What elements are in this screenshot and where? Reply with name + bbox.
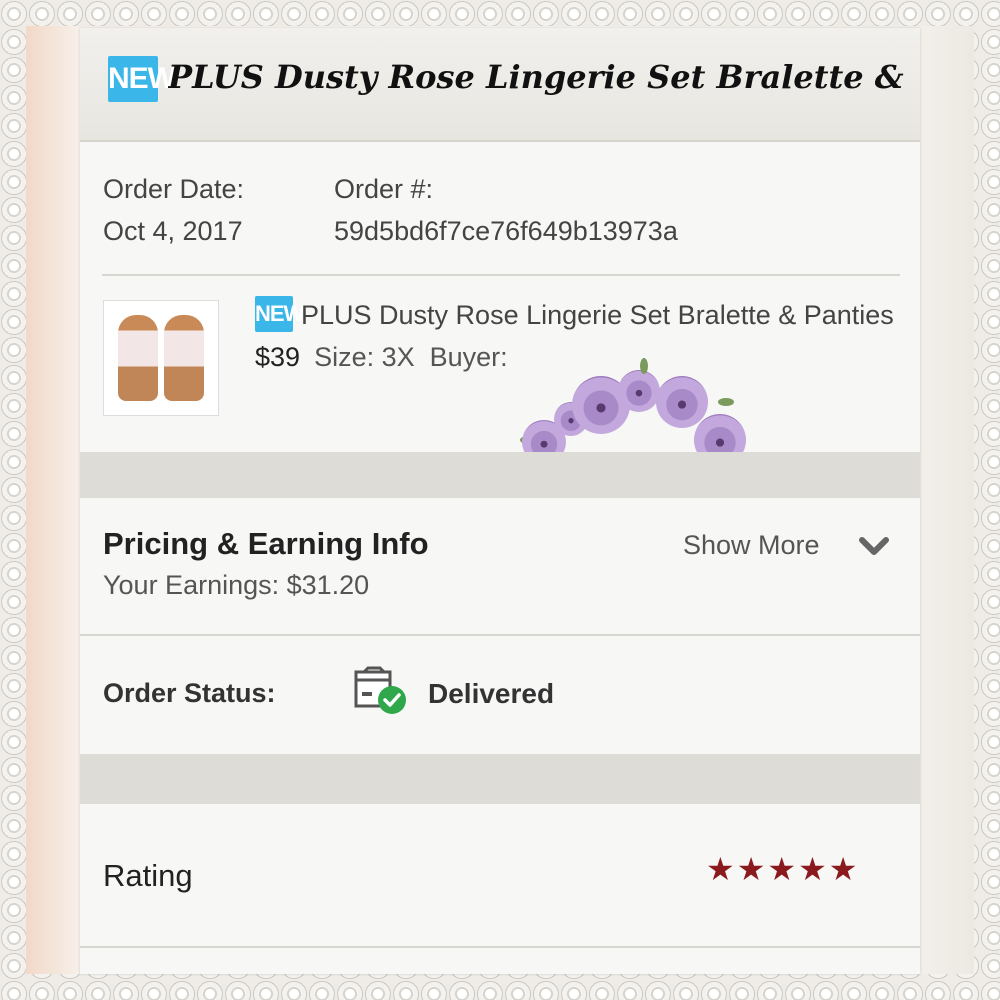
star-icon: ★ bbox=[736, 851, 768, 887]
flower-decoration bbox=[618, 370, 660, 412]
divider bbox=[80, 634, 920, 636]
order-date: Order Date: Oct 4, 2017 bbox=[103, 168, 244, 252]
divider bbox=[80, 946, 920, 948]
star-icon: ★ bbox=[828, 851, 860, 887]
rating-stars: ★★★★★ bbox=[706, 850, 859, 888]
leaf-decoration bbox=[718, 398, 734, 406]
leaf-decoration bbox=[640, 358, 648, 374]
thumbnail-figure bbox=[118, 315, 158, 401]
new-badge: NEW bbox=[255, 296, 304, 332]
listing-title[interactable]: PLUS Dusty Rose Lingerie Set Bralette & … bbox=[168, 58, 914, 96]
new-badge: NEW bbox=[108, 56, 176, 102]
order-date-label: Order Date: bbox=[103, 174, 245, 204]
item-price: $39 bbox=[255, 342, 301, 372]
flower-decoration bbox=[656, 376, 708, 428]
show-more-button[interactable]: Show More bbox=[683, 530, 820, 561]
item-size: Size: 3X bbox=[314, 342, 415, 372]
listing-header: NEW PLUS Dusty Rose Lingerie Set Bralett… bbox=[80, 28, 920, 142]
item-buyer: Buyer: bbox=[429, 342, 508, 372]
order-date-value: Oct 4, 2017 bbox=[103, 216, 243, 246]
star-icon: ★ bbox=[798, 851, 829, 887]
star-icon: ★ bbox=[706, 851, 737, 887]
order-number: Order #: 59d5bd6f7ce76f649b13973a bbox=[334, 168, 678, 252]
thumbnail-figure bbox=[164, 315, 204, 401]
star-icon: ★ bbox=[767, 851, 799, 887]
item-title-row[interactable]: NEWPLUS Dusty Rose Lingerie Set Bralette… bbox=[255, 294, 905, 336]
item-thumbnail[interactable] bbox=[103, 300, 219, 416]
chevron-down-icon[interactable] bbox=[856, 528, 892, 564]
order-status-label: Order Status: bbox=[103, 678, 276, 708]
pricing-title: Pricing & Earning Info bbox=[103, 526, 429, 561]
order-number-label: Order #: bbox=[334, 174, 434, 204]
delivered-box-icon bbox=[354, 666, 406, 714]
section-gap bbox=[80, 754, 920, 804]
order-card: NEW PLUS Dusty Rose Lingerie Set Bralett… bbox=[80, 28, 920, 974]
order-status-value: Delivered bbox=[428, 678, 555, 709]
section-gap bbox=[80, 452, 920, 498]
divider bbox=[102, 274, 900, 276]
item-title: PLUS Dusty Rose Lingerie Set Bralette & … bbox=[301, 300, 894, 330]
order-number-value: 59d5bd6f7ce76f649b13973a bbox=[334, 216, 678, 246]
earnings-value: Your Earnings: $31.20 bbox=[103, 570, 370, 600]
rating-label: Rating bbox=[103, 858, 193, 893]
